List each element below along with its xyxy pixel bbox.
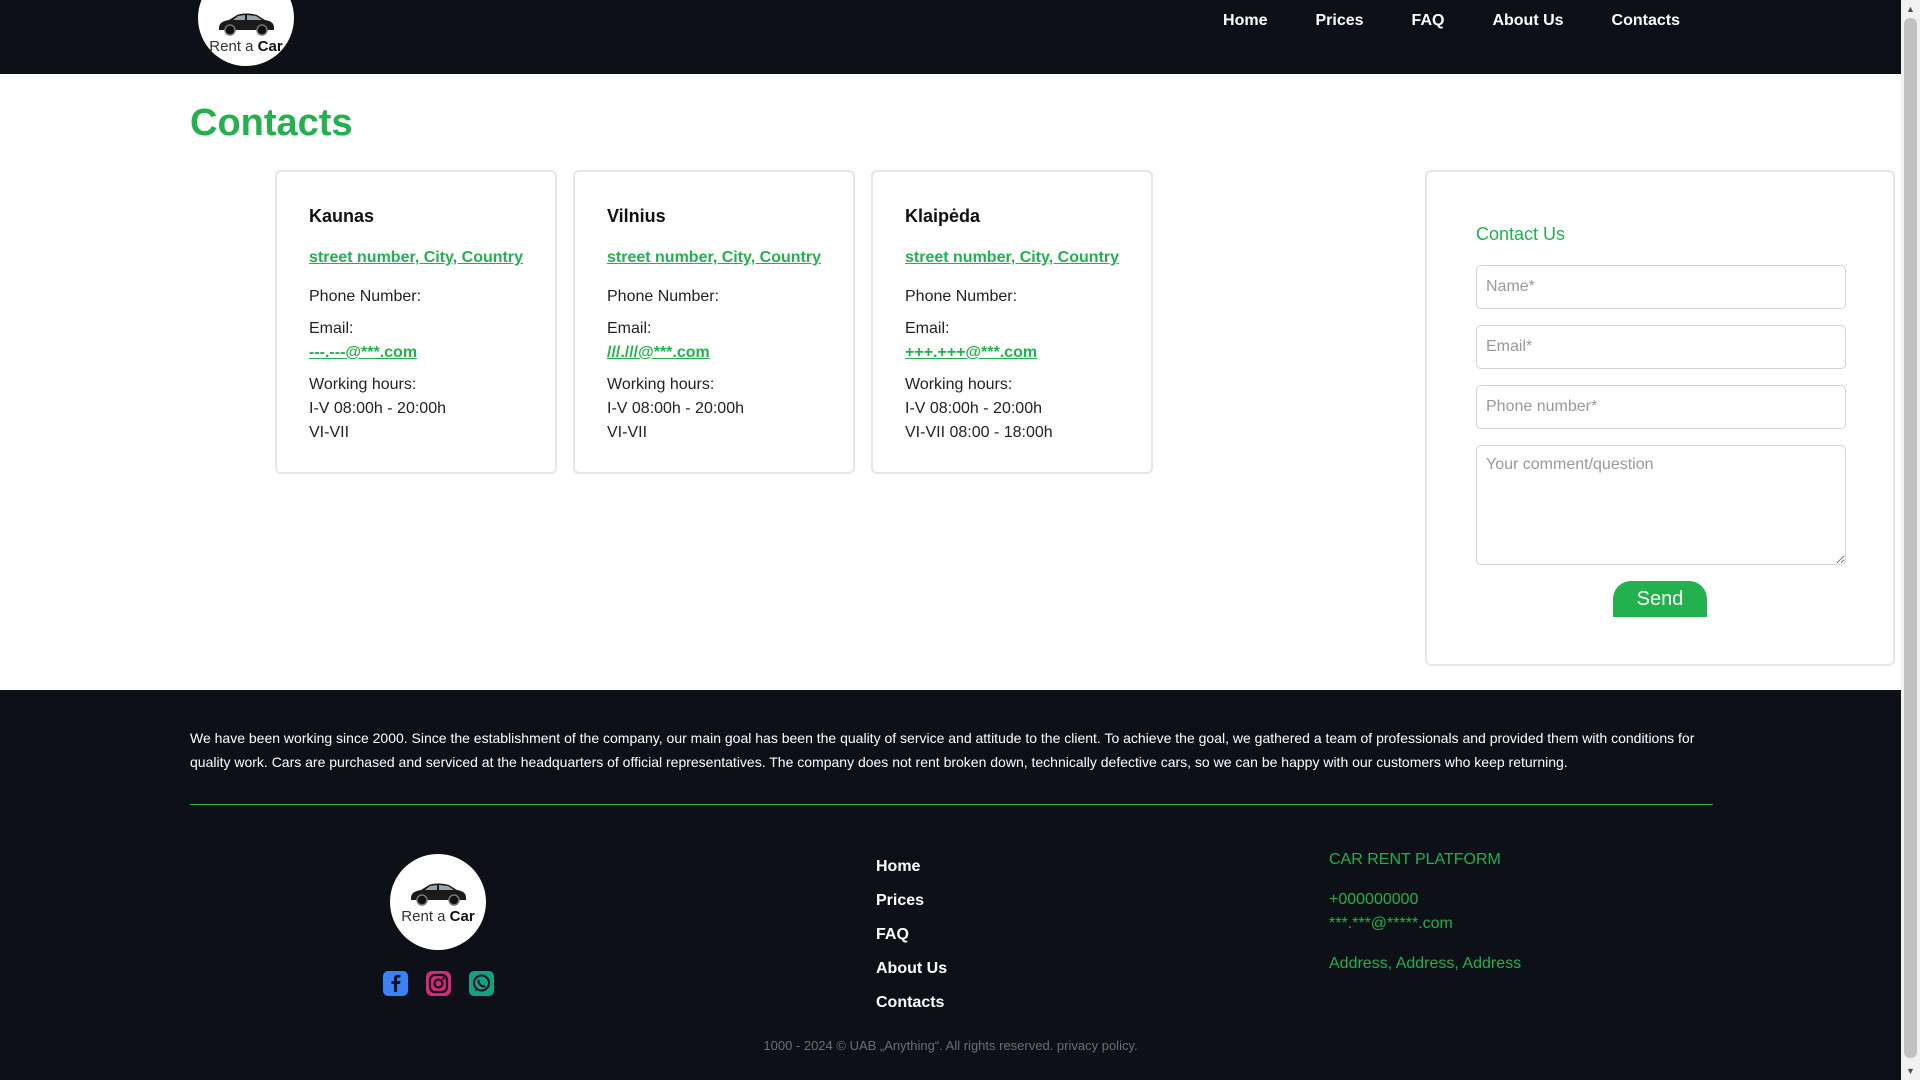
about-text: We have been working since 2000. Since t…	[190, 730, 1695, 770]
hours-weekend: VI-VII 08:00 - 18:00h	[905, 424, 1053, 441]
city-name: Kaunas	[309, 206, 375, 226]
footer-logo[interactable]: Rent a Car	[390, 854, 486, 950]
hours-weekend: VI-VII	[607, 424, 648, 441]
hours-label: Working hours:	[905, 376, 1013, 393]
facebook-icon[interactable]	[382, 970, 409, 997]
site-header: Rent a Car Home Prices FAQ About Us Cont…	[0, 0, 1901, 74]
scrollbar-thumb[interactable]	[1904, 18, 1917, 1058]
footer-link-home[interactable]: Home	[876, 850, 947, 884]
vertical-scrollbar[interactable]: ▲ ▼	[1901, 0, 1920, 1080]
phone-label: Phone Number:	[905, 288, 1018, 305]
car-icon	[411, 883, 466, 906]
send-button[interactable]: Send	[1613, 581, 1707, 617]
footer-phone[interactable]: +000000000	[1329, 888, 1521, 912]
footer-link-about-us[interactable]: About Us	[876, 952, 947, 986]
copyright: 1000 - 2024 © UAB „Anything“. All rights…	[763, 1038, 1138, 1053]
hours-weekdays: I-V 08:00h - 20:00h	[607, 400, 744, 417]
city-name: Klaipėda	[905, 206, 981, 226]
email-label: Email:	[905, 320, 950, 337]
main-nav: Home Prices FAQ About Us Contacts	[1175, 0, 1680, 42]
name-input[interactable]	[1476, 265, 1846, 309]
phone-label: Phone Number:	[309, 288, 422, 305]
hours-label: Working hours:	[607, 376, 715, 393]
header-logo[interactable]: Rent a Car	[198, 0, 294, 66]
city-card-kaunas: Kaunas street number, City, Country Phon…	[275, 170, 557, 474]
hours-weekdays: I-V 08:00h - 20:00h	[309, 400, 446, 417]
footer-link-faq[interactable]: FAQ	[876, 918, 947, 952]
email-label: Email:	[607, 320, 652, 337]
footer-address: Address, Address, Address	[1329, 955, 1522, 972]
address-link[interactable]: street number, City, Country	[309, 249, 523, 267]
address-link[interactable]: street number, City, Country	[905, 249, 1119, 267]
logo-text: Rent a Car	[209, 37, 283, 55]
phone-input[interactable]	[1476, 385, 1846, 429]
address-link[interactable]: street number, City, Country	[607, 249, 821, 267]
comment-textarea[interactable]	[1476, 445, 1846, 565]
footer-contact-info: CAR RENT PLATFORM +000000000 ***.***@***…	[1329, 848, 1521, 976]
email-link[interactable]: +++.+++@***.com	[905, 341, 1119, 365]
contact-form: Contact Us Send	[1425, 170, 1895, 666]
nav-home[interactable]: Home	[1223, 12, 1267, 30]
nav-about-us[interactable]: About Us	[1492, 12, 1563, 30]
logo-text: Rent a Car	[401, 907, 475, 925]
phone-label: Phone Number:	[607, 288, 720, 305]
footer-nav: Home Prices FAQ About Us Contacts	[876, 850, 947, 1020]
nav-contacts[interactable]: Contacts	[1612, 12, 1680, 30]
nav-prices[interactable]: Prices	[1316, 12, 1364, 30]
social-links	[382, 970, 495, 997]
hours-weekdays: I-V 08:00h - 20:00h	[905, 400, 1042, 417]
city-name: Vilnius	[607, 206, 666, 226]
footer-email[interactable]: ***.***@*****.com	[1329, 912, 1521, 936]
car-icon	[219, 13, 274, 36]
page-title: Contacts	[190, 102, 353, 144]
footer-divider	[190, 804, 1713, 805]
email-label: Email:	[309, 320, 354, 337]
company-name: CAR RENT PLATFORM	[1329, 851, 1501, 868]
whatsapp-icon[interactable]	[468, 970, 495, 997]
site-footer: We have been working since 2000. Since t…	[0, 690, 1901, 1080]
footer-link-prices[interactable]: Prices	[876, 884, 947, 918]
email-link[interactable]: ---.---@***.com	[309, 341, 523, 365]
nav-faq[interactable]: FAQ	[1412, 12, 1445, 30]
city-card-vilnius: Vilnius street number, City, Country Pho…	[573, 170, 855, 474]
footer-link-contacts[interactable]: Contacts	[876, 986, 947, 1020]
scroll-up-icon[interactable]: ▲	[1906, 4, 1915, 14]
hours-label: Working hours:	[309, 376, 417, 393]
contact-form-title: Contact Us	[1476, 224, 1566, 244]
city-card-klaipeda: Klaipėda street number, City, Country Ph…	[871, 170, 1153, 474]
email-input[interactable]	[1476, 325, 1846, 369]
hours-weekend: VI-VII	[309, 424, 350, 441]
instagram-icon[interactable]	[425, 970, 452, 997]
scroll-down-icon[interactable]: ▼	[1906, 1066, 1915, 1076]
email-link[interactable]: ///.///@***.com	[607, 341, 821, 365]
